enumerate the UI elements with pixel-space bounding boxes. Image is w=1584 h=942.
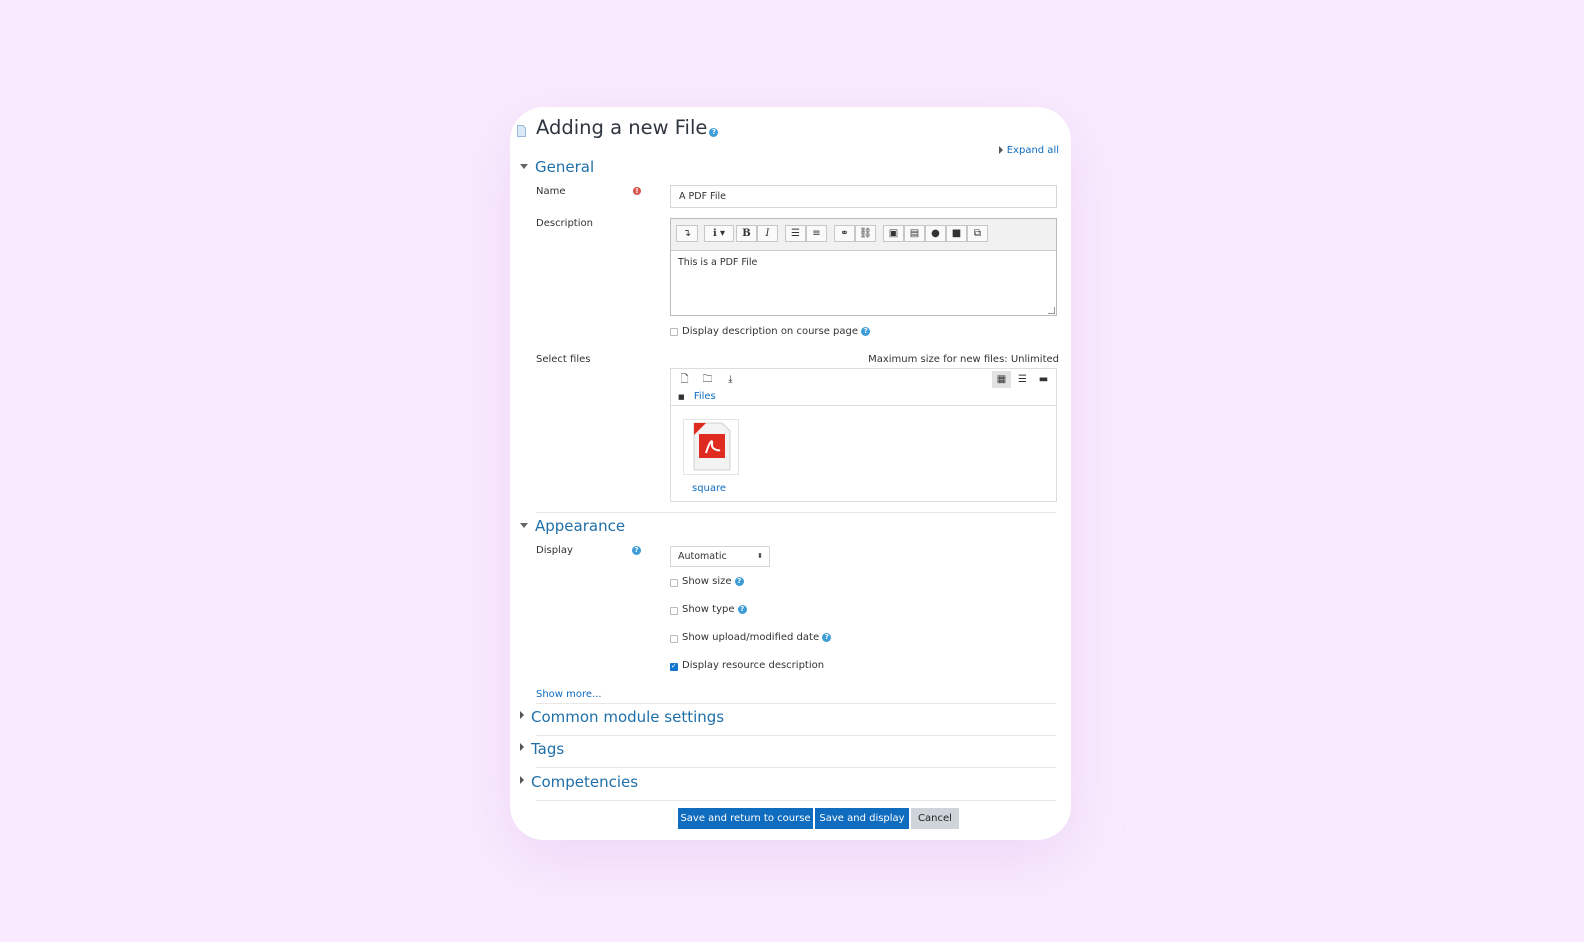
- expand-all-link[interactable]: Expand all: [998, 145, 1059, 156]
- ordered-list-icon[interactable]: ≡: [806, 225, 827, 242]
- bold-icon[interactable]: B: [736, 225, 757, 242]
- description-label: Description: [536, 218, 593, 229]
- display-resource-label: Display resource description: [682, 660, 825, 671]
- files-breadcrumb[interactable]: ■ Files: [678, 391, 716, 402]
- section-appearance-title: Appearance: [535, 517, 626, 535]
- show-type-text: Show type: [682, 604, 735, 615]
- max-size-text: Maximum size for new files: Unlimited: [868, 354, 1059, 365]
- file-manager: 🗋 🗀 ⤓ ▦ ☰ ▬ ■ Files square: [670, 368, 1057, 502]
- file-manager-toolbar: 🗋 🗀 ⤓ ▦ ☰ ▬ ■ Files: [671, 369, 1056, 406]
- help-icon[interactable]: ?: [734, 576, 744, 586]
- display-description-text: Display description on course page: [682, 326, 859, 337]
- italic-icon[interactable]: I: [757, 225, 778, 242]
- caret-right-icon: [520, 743, 524, 751]
- section-appearance-header[interactable]: Appearance: [520, 517, 625, 535]
- divider: [536, 512, 1056, 513]
- media-icon[interactable]: ▤: [904, 225, 925, 242]
- section-competencies-title: Competencies: [531, 773, 639, 791]
- microphone-icon[interactable]: ●: [925, 225, 946, 242]
- divider: [536, 703, 1056, 704]
- image-icon[interactable]: ▣: [883, 225, 904, 242]
- section-general-header[interactable]: General: [520, 158, 594, 176]
- section-common-module-header[interactable]: Common module settings: [520, 708, 724, 726]
- link-icon[interactable]: ⚭: [834, 225, 855, 242]
- expand-all-label: Expand all: [1006, 145, 1059, 156]
- file-name[interactable]: square: [692, 483, 726, 494]
- name-label: Name: [536, 186, 566, 197]
- collapse-toolbar-icon[interactable]: ↴: [676, 225, 698, 242]
- show-type-checkbox[interactable]: [670, 607, 678, 615]
- description-editor: ↴ ℹ ▾ B I ☰ ≡ ⚭ ⛓ ▣ ▤ ● ■ ⧉ This is a PD…: [670, 218, 1057, 316]
- save-display-button[interactable]: Save and display: [815, 808, 909, 829]
- grid-view-icon[interactable]: ▦: [992, 371, 1011, 388]
- page-title-text: Adding a new File: [536, 116, 708, 139]
- description-text[interactable]: This is a PDF File: [678, 257, 757, 268]
- caret-right-icon: [520, 776, 524, 784]
- section-tags-title: Tags: [531, 740, 565, 758]
- show-date-text: Show upload/modified date: [682, 632, 820, 643]
- display-description-checkbox[interactable]: [670, 328, 678, 336]
- help-icon[interactable]: ?: [861, 326, 871, 336]
- manage-files-icon[interactable]: ⧉: [967, 225, 988, 242]
- caret-down-icon: [520, 164, 528, 169]
- cancel-button[interactable]: Cancel: [911, 808, 959, 829]
- display-description-label: Display description on course page ?: [682, 326, 871, 337]
- create-folder-icon[interactable]: 🗀: [698, 371, 717, 388]
- folder-icon: ■: [678, 393, 685, 401]
- select-files-label: Select files: [536, 354, 591, 365]
- unlink-icon[interactable]: ⛓: [855, 225, 876, 242]
- save-return-button[interactable]: Save and return to course: [678, 808, 813, 829]
- add-file-icon[interactable]: 🗋: [675, 371, 694, 388]
- required-icon: !: [633, 187, 641, 195]
- section-general-title: General: [535, 158, 595, 176]
- show-more-link[interactable]: Show more...: [536, 689, 602, 700]
- pdf-icon: [693, 422, 731, 471]
- show-size-checkbox[interactable]: [670, 579, 678, 587]
- file-icon: [517, 125, 526, 137]
- tree-view-icon[interactable]: ▬: [1034, 371, 1053, 388]
- resize-handle[interactable]: [1048, 307, 1055, 314]
- display-select[interactable]: Automatic ⬍: [670, 546, 770, 567]
- display-label: Display: [536, 545, 573, 556]
- caret-right-icon: [520, 711, 524, 719]
- section-tags-header[interactable]: Tags: [520, 740, 564, 758]
- help-icon[interactable]: ?: [737, 604, 747, 614]
- display-select-value: Automatic: [678, 551, 727, 562]
- list-view-icon[interactable]: ☰: [1013, 371, 1032, 388]
- help-icon[interactable]: ?: [709, 128, 719, 137]
- paragraph-style-icon[interactable]: ℹ ▾: [704, 225, 734, 242]
- show-size-label: Show size ?: [682, 576, 744, 587]
- form-card: Adding a new File? Expand all General Na…: [510, 107, 1071, 840]
- video-icon[interactable]: ■: [946, 225, 967, 242]
- divider: [536, 735, 1056, 736]
- section-common-module-title: Common module settings: [531, 708, 725, 726]
- divider: [536, 767, 1056, 768]
- caret-right-icon: [998, 146, 1003, 154]
- editor-toolbar: ↴ ℹ ▾ B I ☰ ≡ ⚭ ⛓ ▣ ▤ ● ■ ⧉: [671, 219, 1056, 251]
- show-size-text: Show size: [682, 576, 732, 587]
- unordered-list-icon[interactable]: ☰: [785, 225, 806, 242]
- page-title: Adding a new File?: [536, 116, 719, 139]
- caret-down-icon: [520, 523, 528, 528]
- section-competencies-header[interactable]: Competencies: [520, 773, 638, 791]
- show-type-label: Show type ?: [682, 604, 747, 615]
- select-arrows-icon: ⬍: [757, 552, 763, 560]
- show-date-label: Show upload/modified date ?: [682, 632, 832, 643]
- file-thumbnail[interactable]: [683, 419, 739, 475]
- help-icon[interactable]: ?: [632, 546, 641, 555]
- download-icon[interactable]: ⤓: [721, 371, 740, 388]
- name-input[interactable]: A PDF File: [670, 185, 1057, 208]
- display-resource-checkbox[interactable]: [670, 662, 678, 671]
- files-folder-link: Files: [693, 391, 716, 402]
- show-date-checkbox[interactable]: [670, 635, 678, 643]
- divider: [536, 800, 1056, 801]
- help-icon[interactable]: ?: [822, 632, 832, 642]
